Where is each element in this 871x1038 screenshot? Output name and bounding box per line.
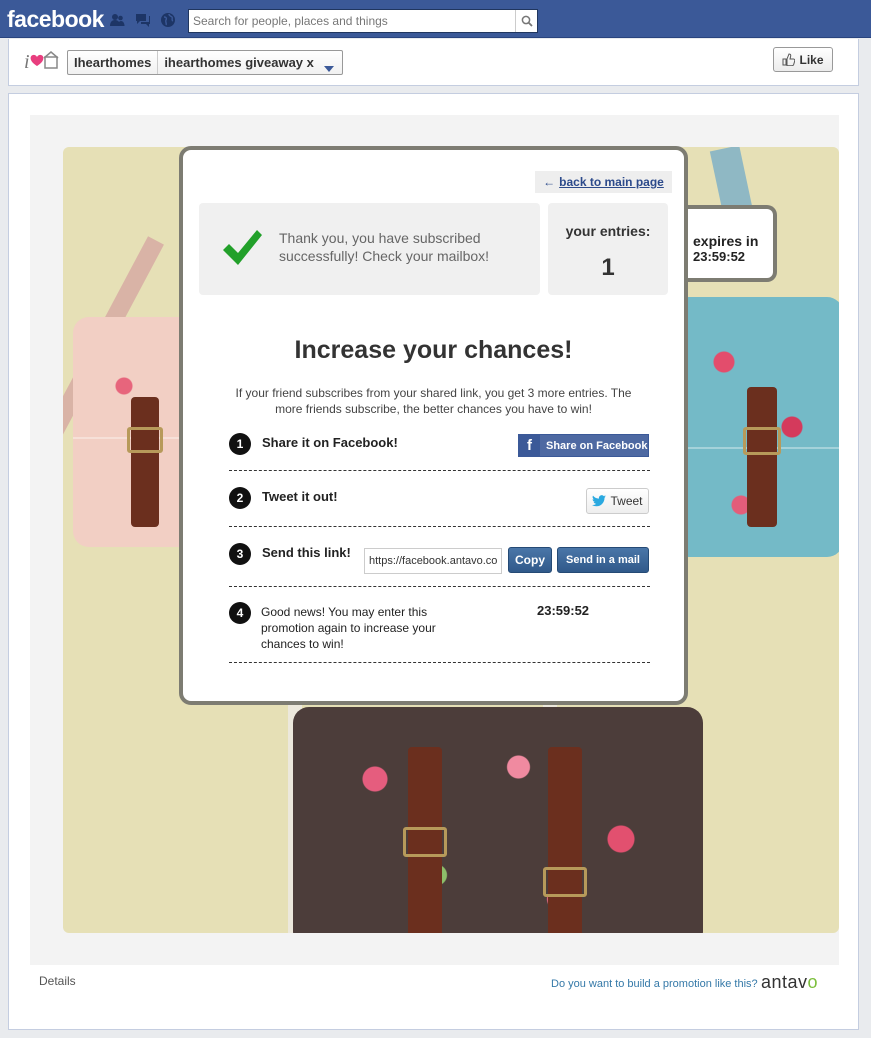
entries-label: your entries: bbox=[565, 223, 651, 239]
expires-countdown-tab: expires in 23:59:52 bbox=[685, 205, 777, 282]
thumbs-up-icon bbox=[782, 53, 796, 66]
chevron-down-icon bbox=[323, 66, 334, 72]
details-link[interactable]: Details bbox=[39, 974, 76, 988]
breadcrumb-page-name[interactable]: Ihearthomes bbox=[68, 51, 157, 74]
step-number: 4 bbox=[229, 602, 251, 624]
messages-icon[interactable] bbox=[135, 12, 151, 28]
copy-link-button[interactable]: Copy bbox=[508, 547, 552, 573]
step-title: Send this link! bbox=[262, 545, 351, 560]
ihearthomes-logo[interactable]: i bbox=[23, 47, 59, 75]
step-send-link: 3 Send this link! Copy Send in a mail bbox=[229, 543, 650, 579]
share-on-facebook-button[interactable]: f Share on Facebook bbox=[518, 434, 649, 457]
search-bar[interactable] bbox=[188, 9, 538, 33]
checkmark-icon bbox=[223, 230, 262, 265]
expires-label: expires in bbox=[693, 233, 759, 249]
share-on-facebook-label: Share on Facebook bbox=[546, 439, 648, 452]
page-tab-breadcrumb: Ihearthomes ihearthomes giveaway x bbox=[67, 50, 343, 75]
step-number: 1 bbox=[229, 433, 251, 455]
facebook-top-bar: facebook bbox=[0, 0, 871, 38]
dark-floral-bag bbox=[293, 707, 703, 933]
step-share-facebook: 1 Share it on Facebook! f Share on Faceb… bbox=[229, 433, 650, 463]
enter-again-timer: 23:59:52 bbox=[537, 603, 590, 618]
step-divider bbox=[229, 526, 650, 527]
subscription-success-box: Thank you, you have subscribed successfu… bbox=[199, 203, 540, 295]
tab-dropdown[interactable] bbox=[320, 51, 342, 74]
search-button[interactable] bbox=[515, 10, 537, 32]
increase-chances-heading: Increase your chances! bbox=[294, 336, 573, 364]
search-icon bbox=[521, 15, 533, 27]
page-header: i Ihearthomes ihearthomes giveaway x Lik… bbox=[8, 39, 859, 86]
success-message: Thank you, you have subscribed successfu… bbox=[279, 230, 490, 264]
notifications-globe-icon[interactable] bbox=[160, 12, 176, 28]
step-divider bbox=[229, 662, 650, 663]
step-title: Tweet it out! bbox=[262, 489, 338, 504]
back-link-label: back to main page bbox=[559, 175, 664, 189]
like-label: Like bbox=[799, 52, 824, 67]
entries-counter: your entries: 1 bbox=[548, 203, 668, 295]
build-promotion-link[interactable]: Do you want to build a promotion like th… bbox=[551, 978, 758, 990]
step-enter-again: 4 Good news! You may enter this promotio… bbox=[229, 602, 650, 656]
tweet-label: Tweet bbox=[610, 494, 643, 508]
friend-requests-icon[interactable] bbox=[109, 12, 125, 28]
promotion-panel: ← back to main page Thank you, you have … bbox=[179, 146, 688, 705]
step-number: 3 bbox=[229, 543, 251, 565]
antavo-logo-o: o bbox=[807, 972, 819, 992]
step-number: 2 bbox=[229, 487, 251, 509]
enter-again-message: Good news! You may enter this promotion … bbox=[261, 605, 436, 651]
back-to-main-page-link[interactable]: ← back to main page bbox=[535, 171, 672, 193]
like-page-button[interactable]: Like bbox=[773, 47, 833, 72]
step-title: Share it on Facebook! bbox=[262, 435, 398, 450]
referral-description: If your friend subscribes from your shar… bbox=[235, 386, 632, 416]
facebook-logo[interactable]: facebook bbox=[7, 6, 104, 33]
facebook-f-icon: f bbox=[519, 435, 540, 456]
svg-text:i: i bbox=[24, 51, 30, 73]
entries-value: 1 bbox=[601, 254, 615, 281]
expires-timer: 23:59:52 bbox=[693, 249, 746, 264]
step-tweet: 2 Tweet it out! Tweet bbox=[229, 487, 650, 517]
blue-floral-bag bbox=[673, 297, 839, 557]
breadcrumb-tab-name[interactable]: ihearthomes giveaway x bbox=[157, 51, 320, 74]
tweet-button[interactable]: Tweet bbox=[586, 488, 649, 514]
back-arrow-icon: ← bbox=[543, 175, 556, 189]
send-in-mail-button[interactable]: Send in a mail bbox=[557, 547, 649, 573]
twitter-bird-icon bbox=[592, 495, 607, 507]
step-divider bbox=[229, 470, 650, 471]
antavo-logo[interactable]: antavo bbox=[761, 972, 818, 993]
step-divider bbox=[229, 586, 650, 587]
share-link-field[interactable] bbox=[364, 548, 502, 574]
search-input[interactable] bbox=[189, 10, 515, 32]
antavo-logo-text: antav bbox=[761, 972, 808, 992]
